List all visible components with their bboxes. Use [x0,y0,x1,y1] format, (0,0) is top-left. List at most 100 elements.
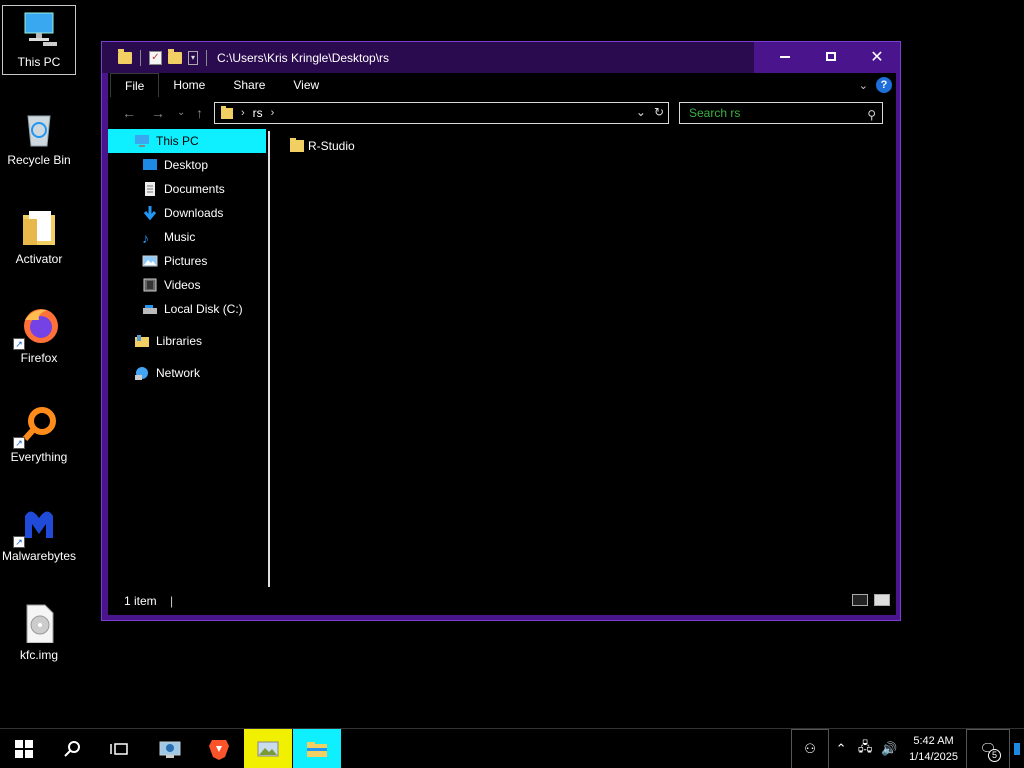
address-bar[interactable]: › rs › ⌄ ↻ [214,102,669,124]
file-name: R-Studio [308,139,355,153]
film-icon [142,278,158,292]
large-icons-view-icon[interactable] [874,594,890,606]
title-bar-left: ✓ ▾ C:\Users\Kris Kringle\Desktop\rs [102,42,754,73]
sidebar-item-music[interactable]: ♪ Music [108,225,266,249]
notification-count-badge: 5 [988,749,1001,762]
desktop-icon-label: This PC [17,55,61,69]
desktop-icon-kfc-img[interactable]: kfc.img [2,599,76,669]
shortcut-arrow-icon: ↗ [13,536,25,548]
clock[interactable]: 5:42 AM 1/14/2025 [901,733,966,765]
taskbar-app-photos[interactable] [244,729,292,768]
status-bar: 1 item | [108,587,896,615]
network-icon[interactable]: 🖧 [853,738,877,760]
sidebar-item-label: Videos [164,278,201,292]
status-divider: | [170,594,174,608]
search-input[interactable]: Search rs ⚲ [679,102,883,124]
title-bar[interactable]: ✓ ▾ C:\Users\Kris Kringle\Desktop\rs ✕ [102,42,900,73]
computer-icon [19,10,59,50]
taskbar-app-file-explorer[interactable] [293,729,341,768]
tab-file[interactable]: File [110,73,160,97]
sidebar-item-pictures[interactable]: Pictures [108,249,266,273]
search-button[interactable] [48,729,96,768]
back-arrow-icon[interactable]: ← [122,105,136,121]
search-icon [64,741,80,757]
windows-logo-icon [15,740,33,758]
task-view-button[interactable] [96,729,144,768]
sidebar-item-this-pc[interactable]: This PC [108,129,266,153]
desktop-icon-recycle-bin[interactable]: Recycle Bin [2,104,76,174]
sidebar-item-label: Local Disk (C:) [164,302,243,316]
tab-home[interactable]: Home [159,73,219,97]
library-icon [134,334,150,348]
disc-image-icon [19,603,59,644]
drive-icon [142,302,158,316]
window-controls: ✕ [762,42,900,71]
recent-locations-icon[interactable]: ⌄ [177,107,185,118]
expand-ribbon-icon[interactable]: ⌄ [859,79,868,92]
taskbar-app-control-panel[interactable] [146,729,194,768]
sidebar-item-documents[interactable]: Documents [108,177,266,201]
show-desktop-button[interactable] [1010,729,1024,768]
up-arrow-icon[interactable]: ↑ [196,105,203,121]
file-item-r-studio[interactable]: R-Studio [290,138,355,153]
people-button[interactable]: ⚇ [791,729,830,768]
ribbon-right: ⌄ ? [859,77,892,93]
task-view-icon [110,743,128,755]
file-explorer-window: ✓ ▾ C:\Users\Kris Kringle\Desktop\rs ✕ F… [101,41,901,621]
desktop-icon-this-pc[interactable]: This PC [2,5,76,75]
divider [140,49,141,66]
volume-icon[interactable]: 🔊 [877,741,901,757]
forward-arrow-icon[interactable]: → [151,105,165,121]
desktop-icon-label: Activator [15,252,63,266]
desktop-icon-malwarebytes[interactable]: ↗ Malwarebytes [2,500,76,570]
sidebar-item-label: Libraries [156,334,203,348]
details-view-icon[interactable] [852,594,868,606]
main-pane: This PC Desktop Documents Downloads ♪ Mu… [108,129,896,587]
sidebar-item-label: Network [156,366,201,380]
chevron-right-icon[interactable]: › [271,107,275,119]
tab-view[interactable]: View [279,73,333,97]
minimize-button[interactable] [762,42,808,71]
chevron-up-icon[interactable]: ⌃ [829,741,853,757]
control-panel-icon [159,741,181,758]
sidebar-item-label: Pictures [164,254,208,268]
document-icon [142,182,158,196]
folder-icon [221,105,233,119]
sidebar-item-desktop[interactable]: Desktop [108,153,266,177]
taskbar-app-brave[interactable] [195,729,243,768]
start-button[interactable] [0,729,48,768]
sidebar-item-local-disk[interactable]: Local Disk (C:) [108,297,266,321]
close-icon: ✕ [870,48,884,66]
desktop-icon-firefox[interactable]: ↗ Firefox [2,302,76,372]
customize-toolbar-icon[interactable]: ▾ [188,50,198,65]
chevron-down-icon[interactable]: ⌄ [636,105,646,119]
tab-share[interactable]: Share [219,73,279,97]
refresh-icon[interactable]: ↻ [654,105,664,119]
file-explorer-icon [307,742,327,757]
window-title: C:\Users\Kris Kringle\Desktop\rs [217,50,390,65]
close-button[interactable]: ✕ [854,42,900,71]
sidebar-item-network[interactable]: Network [108,361,266,385]
pane-divider[interactable] [268,131,270,587]
chevron-right-icon[interactable]: › [241,107,245,119]
shortcut-arrow-icon: ↗ [13,437,25,449]
sidebar-item-videos[interactable]: Videos [108,273,266,297]
computer-icon [134,134,150,148]
action-center-button[interactable]: 🗨 5 [966,729,1010,768]
desktop-icon-label: Recycle Bin [7,153,71,167]
search-icon[interactable]: ⚲ [867,105,876,125]
help-icon[interactable]: ? [876,77,892,93]
maximize-button[interactable] [808,42,854,71]
sidebar-item-libraries[interactable]: Libraries [108,329,266,353]
breadcrumb-item[interactable]: rs [253,106,263,120]
navigation-pane: This PC Desktop Documents Downloads ♪ Mu… [108,129,268,587]
properties-icon[interactable]: ✓ [149,50,162,65]
clock-date: 1/14/2025 [909,751,958,763]
sidebar-item-label: Downloads [164,206,224,220]
desktop-icon-activator[interactable]: Activator [2,203,76,273]
new-folder-icon[interactable] [168,48,182,64]
desktop-icon-everything[interactable]: ↗ Everything [2,401,76,471]
sidebar-item-downloads[interactable]: Downloads [108,201,266,225]
show-desktop-icon [1014,743,1020,755]
sidebar-item-label: Documents [164,182,225,196]
